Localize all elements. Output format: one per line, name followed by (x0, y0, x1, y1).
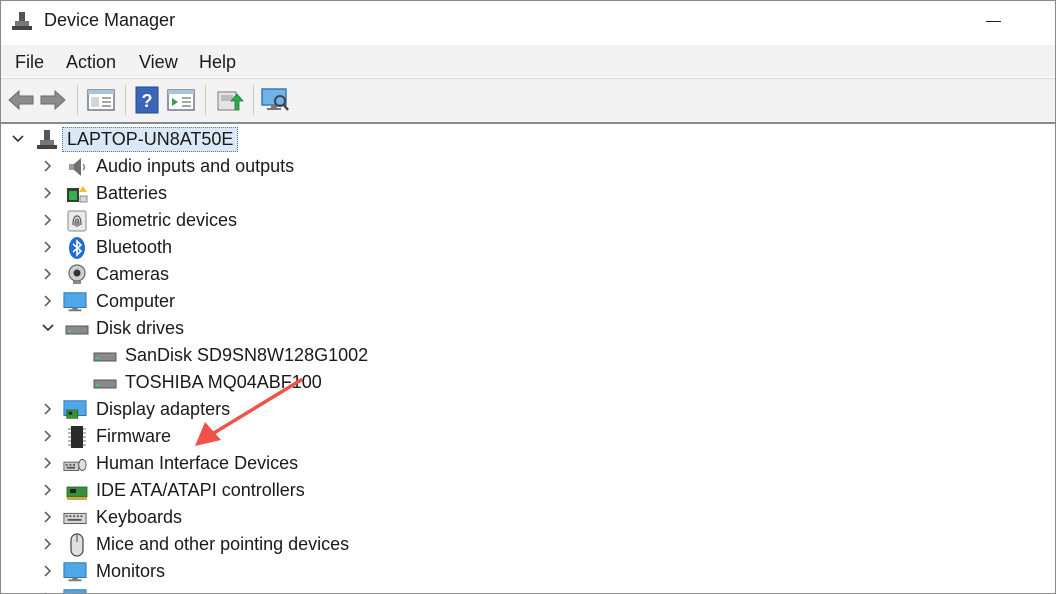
tree-item-mice[interactable]: Mice and other pointing devices (1, 531, 1055, 558)
chevron-down-icon[interactable] (9, 130, 27, 148)
toolbar: ? (1, 78, 1055, 122)
tree-item-hid[interactable]: Human Interface Devices (1, 450, 1055, 477)
device-manager-window: Device Manager File Action View Help ? L… (0, 0, 1056, 594)
menu-bar: File Action View Help (1, 45, 1055, 77)
tree-item-label: Bluetooth (96, 237, 173, 257)
monitor-icon (63, 562, 87, 582)
action-pane-icon[interactable] (165, 84, 197, 116)
tree-item-label: Monitors (96, 561, 166, 581)
disk-drive-icon (93, 379, 117, 389)
display-adapter-icon (63, 400, 87, 419)
webcam-icon (68, 264, 86, 284)
device-tree: LAPTOP-UN8AT50E Audio inputs and outputs… (1, 122, 1055, 594)
computer-icon (37, 130, 57, 149)
tree-item-label: IDE ATA/ATAPI controllers (96, 480, 305, 500)
keyboard-mouse-icon (63, 458, 87, 471)
chip-icon (68, 426, 86, 448)
tree-item-keyboards[interactable]: Keyboards (1, 504, 1055, 531)
tree-item-disk-drives[interactable]: Disk drives (1, 315, 1055, 342)
network-icon (63, 589, 87, 593)
tree-item-disk-sandisk[interactable]: SanDisk SD9SN8W128G1002 (1, 342, 1055, 369)
mouse-icon (70, 533, 84, 557)
monitor-icon (63, 292, 87, 312)
tree-item-batteries[interactable]: Batteries (1, 180, 1055, 207)
menu-action[interactable]: Action (66, 52, 116, 73)
root-computer-name[interactable]: LAPTOP-UN8AT50E (62, 127, 239, 152)
toolbar-separator (77, 85, 78, 115)
fingerprint-icon (67, 210, 87, 232)
tree-item-ide[interactable]: IDE ATA/ATAPI controllers (1, 477, 1055, 504)
chevron-right-icon[interactable] (39, 265, 57, 283)
chevron-right-icon[interactable] (39, 211, 57, 229)
chevron-right-icon[interactable] (39, 238, 57, 256)
chevron-right-icon[interactable] (39, 157, 57, 175)
minimize-button[interactable] (969, 7, 1015, 37)
chevron-right-icon[interactable] (39, 454, 57, 472)
disk-drive-icon (65, 325, 89, 335)
computer-icon (12, 12, 32, 30)
svg-text:?: ? (142, 91, 153, 111)
tree-item-label: Computer (96, 291, 176, 311)
speaker-icon (69, 158, 86, 176)
disk-drive-icon (93, 352, 117, 362)
tree-item-label: Keyboards (96, 507, 183, 527)
tree-item-label: SanDisk SD9SN8W128G1002 (125, 345, 369, 365)
forward-icon[interactable] (37, 84, 69, 116)
tree-item-computer[interactable]: Computer (1, 288, 1055, 315)
controller-card-icon (66, 486, 88, 500)
tree-item-monitors[interactable]: Monitors (1, 558, 1055, 585)
toolbar-separator (205, 85, 206, 115)
toolbar-separator (253, 85, 254, 115)
update-driver-icon[interactable] (213, 84, 245, 116)
chevron-right-icon[interactable] (39, 292, 57, 310)
menu-view[interactable]: View (139, 52, 178, 73)
menu-help[interactable]: Help (199, 52, 236, 73)
tree-item-disk-toshiba[interactable]: TOSHIBA MQ04ABF100 (1, 369, 1055, 396)
tree-item-label: Audio inputs and outputs (96, 156, 295, 176)
properties-icon[interactable] (85, 84, 117, 116)
tree-item-audio[interactable]: Audio inputs and outputs (1, 153, 1055, 180)
tree-item-label: Mice and other pointing devices (96, 534, 350, 554)
tree-item-label: Disk drives (96, 318, 185, 338)
chevron-right-icon[interactable] (39, 481, 57, 499)
toolbar-separator (125, 85, 126, 115)
chevron-right-icon[interactable] (39, 184, 57, 202)
title-bar: Device Manager (1, 1, 1055, 43)
tree-item-biometric[interactable]: Biometric devices (1, 207, 1055, 234)
scan-hardware-icon[interactable] (259, 84, 291, 116)
tree-item-label: Biometric devices (96, 210, 238, 230)
chevron-right-icon[interactable] (39, 562, 57, 580)
chevron-right-icon[interactable] (39, 427, 57, 445)
tree-item-partial[interactable] (1, 585, 1055, 594)
window-title: Device Manager (44, 10, 176, 30)
tree-item-label: Cameras (96, 264, 170, 284)
chevron-right-icon[interactable] (39, 508, 57, 526)
keyboard-icon (63, 512, 87, 524)
tree-item-cameras[interactable]: Cameras (1, 261, 1055, 288)
chevron-right-icon[interactable] (39, 589, 57, 594)
tree-root[interactable]: LAPTOP-UN8AT50E (1, 126, 1055, 153)
help-icon[interactable]: ? (131, 84, 163, 116)
back-icon[interactable] (5, 84, 37, 116)
menu-file[interactable]: File (15, 52, 44, 73)
tree-item-label: Firmware (96, 426, 171, 446)
battery-icon (67, 186, 88, 203)
tree-item-bluetooth[interactable]: Bluetooth (1, 234, 1055, 261)
annotation-arrow-icon (195, 378, 303, 446)
tree-item-label: Batteries (96, 183, 168, 203)
tree-item-label: Human Interface Devices (96, 453, 299, 473)
chevron-right-icon[interactable] (39, 535, 57, 553)
chevron-right-icon[interactable] (39, 400, 57, 418)
chevron-down-icon[interactable] (39, 319, 57, 337)
bluetooth-icon (69, 237, 85, 259)
tree-item-display-adapters[interactable]: Display adapters (1, 396, 1055, 423)
tree-item-firmware[interactable]: Firmware (1, 423, 1055, 450)
